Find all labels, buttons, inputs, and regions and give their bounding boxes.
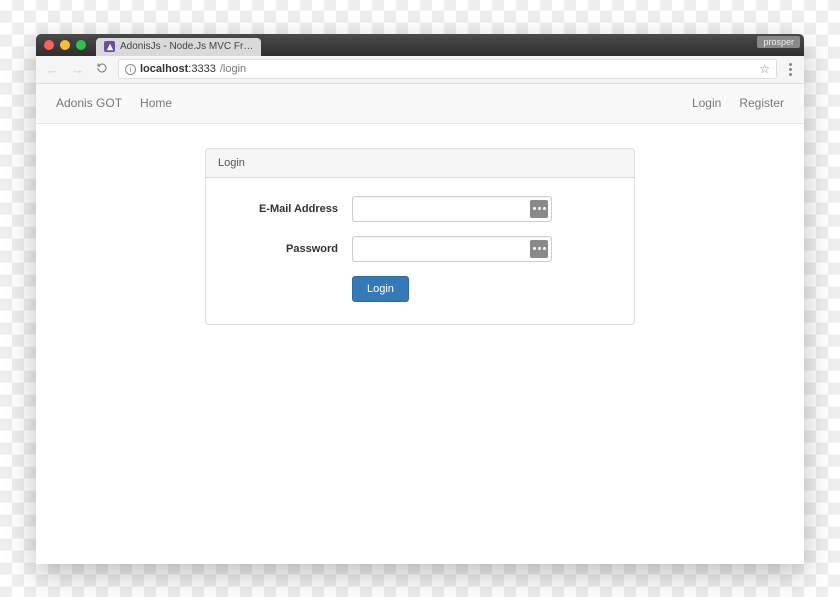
site-info-icon[interactable]: i — [125, 64, 136, 75]
page-content: Adonis GOT Home Login Register Login E-M… — [36, 84, 804, 564]
profile-badge[interactable]: prosper — [757, 36, 800, 48]
browser-window: AdonisJs - Node.Js MVC Fr… prosper ← → i… — [36, 34, 804, 564]
traffic-lights — [44, 40, 86, 50]
login-submit-button[interactable]: Login — [352, 276, 409, 302]
password-field[interactable] — [352, 236, 552, 262]
url-path: /login — [220, 63, 246, 75]
window-titlebar: AdonisJs - Node.Js MVC Fr… prosper — [36, 34, 804, 56]
autofill-icon[interactable] — [530, 240, 548, 258]
login-panel: Login E-Mail Address Password — [205, 148, 635, 325]
app-navbar: Adonis GOT Home Login Register — [36, 84, 804, 124]
bookmark-star-icon[interactable]: ☆ — [759, 62, 770, 76]
adonis-favicon-icon — [104, 41, 115, 52]
back-button[interactable]: ← — [44, 62, 61, 77]
browser-menu-button[interactable] — [785, 63, 796, 76]
nav-home-link[interactable]: Home — [140, 96, 172, 110]
close-window-button[interactable] — [44, 40, 54, 50]
maximize-window-button[interactable] — [76, 40, 86, 50]
browser-tabs: AdonisJs - Node.Js MVC Fr… — [96, 34, 261, 56]
browser-tab[interactable]: AdonisJs - Node.Js MVC Fr… — [96, 38, 261, 56]
brand-link[interactable]: Adonis GOT — [56, 96, 122, 110]
nav-login-link[interactable]: Login — [692, 96, 721, 110]
minimize-window-button[interactable] — [60, 40, 70, 50]
autofill-icon[interactable] — [530, 200, 548, 218]
email-field[interactable] — [352, 196, 552, 222]
reload-button[interactable] — [94, 62, 110, 77]
address-bar[interactable]: i localhost:3333/login ☆ — [118, 59, 777, 79]
password-label: Password — [222, 243, 352, 255]
browser-toolbar: ← → i localhost:3333/login ☆ — [36, 56, 804, 84]
email-label: E-Mail Address — [222, 203, 352, 215]
nav-register-link[interactable]: Register — [739, 96, 784, 110]
forward-button[interactable]: → — [69, 62, 86, 77]
panel-title: Login — [206, 149, 634, 178]
tab-title: AdonisJs - Node.Js MVC Fr… — [120, 41, 253, 52]
url-host: localhost:3333 — [140, 63, 216, 75]
